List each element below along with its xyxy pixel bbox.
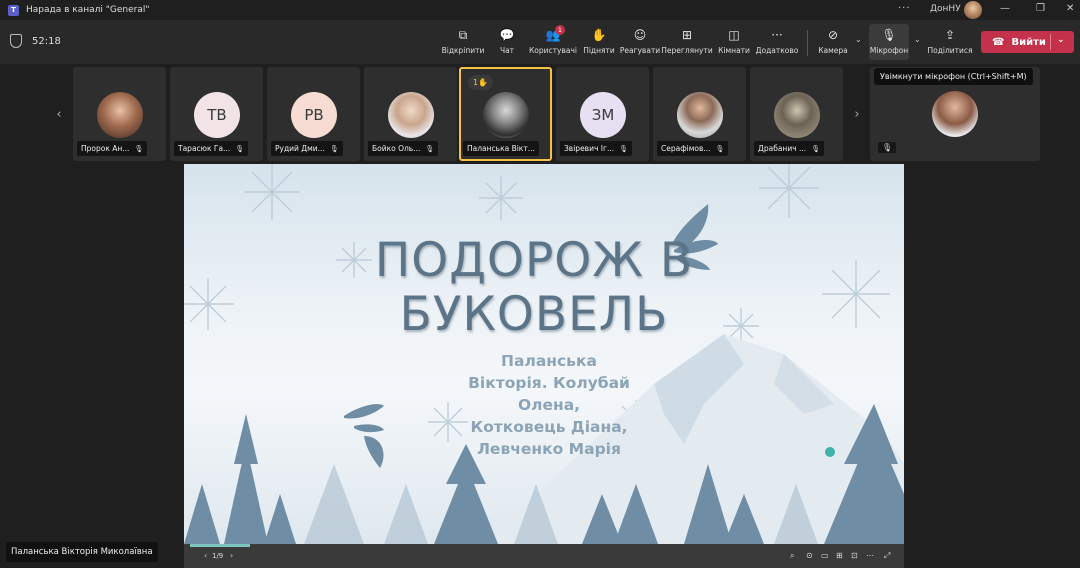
participant-photo [677,92,723,138]
chat-icon: 💬 [499,28,515,42]
participant-tile-active[interactable]: 1✋ Паланська Вікт... [459,67,552,161]
slide-page: 1/9 [212,552,224,560]
react-button[interactable]: ☺ Реагувати [620,24,660,60]
fit-icon[interactable]: ⊡ [851,551,858,560]
mic-muted-icon: 🎙 [878,142,897,153]
chat-button[interactable]: 💬 Чат [492,24,522,60]
participant-photo [97,92,143,138]
mic-muted-icon: 🎙 [619,144,628,153]
strip-prev-button[interactable]: ‹ [48,68,70,160]
subtitle-icon[interactable]: ▭ [821,551,829,560]
mic-off-icon: 🎙 [881,28,897,42]
view-button[interactable]: ⊞ Переглянути [661,24,712,60]
zoom-icon[interactable]: ⌕ [790,551,794,561]
unpin-button[interactable]: ⧉ Відкріпити [440,24,486,60]
mic-muted-icon: 🎙 [811,144,821,153]
participant-tile[interactable]: Бойко Оль... 🎙 [364,67,457,161]
prev-slide-icon[interactable]: ‹ [204,551,207,560]
rooms-icon: ◫ [728,28,740,42]
mic-muted-icon: 🎙 [329,144,339,153]
participant-photo [483,92,529,138]
user-avatar[interactable] [964,1,982,19]
mic-muted-icon: 🎙 [425,144,435,153]
slide-authors: Паланська Вікторія. Колубай Олена, Котко… [468,352,630,458]
participant-tile[interactable]: ТВ Тарасюк Га... 🎙 [170,67,263,161]
more-options-icon[interactable]: ··· [898,3,911,14]
camera-options-chevron-icon[interactable]: ⌄ [855,35,862,44]
share-button[interactable]: ⇪ Поділитися [927,24,972,60]
smile-icon: ☺ [633,28,647,42]
mic-options-chevron-icon[interactable]: ⌄ [914,35,921,44]
participant-name: Паланська Вікт... [463,141,539,156]
participant-photo [388,92,434,138]
org-name: ДонНУ [930,4,961,14]
share-screen-icon: ⇪ [944,28,956,42]
participant-name: Бойко Оль... 🎙 [368,141,439,156]
participant-tile[interactable]: ЗМ Звіревич Іг... 🎙 [556,67,649,161]
participant-name: Звіревич Іг... 🎙 [560,141,632,156]
mic-muted-icon: 🎙 [134,144,144,153]
more-icon[interactable]: ⋯ [866,551,874,560]
next-slide-icon[interactable]: › [230,551,233,560]
ellipsis-icon: ··· [771,28,783,42]
participant-initials: ТВ [194,92,240,138]
participant-name: Пророк Ан... 🎙 [77,141,148,156]
title-bar: T Нарада в каналі "General" ··· ДонНУ — … [0,0,1080,20]
slide-control-bar: ‹ 1/9 › ⌕ ⊙ ▭ ⊞ ⊡ ⋯ ⤢ [184,544,904,568]
leave-options-chevron-icon[interactable]: ⌄ [1057,35,1065,45]
cursor-dot [825,447,835,457]
chevron-right-icon: › [854,106,860,122]
participant-initials: РВ [291,92,337,138]
shared-slide: ПОДОРОЖ В БУКОВЕЛЬ Паланська Вікторія. К… [184,164,904,544]
shield-icon [10,34,22,48]
presenter-label: Паланська Вікторія Миколаївна [6,542,158,562]
teams-app-icon: T [8,4,19,16]
rooms-button[interactable]: ◫ Кімнати [716,24,752,60]
participant-initials: ЗМ [580,92,626,138]
camera-off-icon: ⊘ [827,28,839,42]
grid-view-icon[interactable]: ⊞ [836,551,843,560]
popout-icon: ⧉ [458,27,468,42]
participant-name: Серафімов... 🎙 [657,141,729,156]
hangup-icon: ☎ [992,36,1005,48]
self-photo [932,91,978,137]
strip-next-button[interactable]: › [846,68,868,160]
window-title: Нарада в каналі "General" [26,5,150,15]
participant-name: Рудий Дми... 🎙 [271,141,343,156]
pointer-icon[interactable]: ⊙ [806,551,813,560]
slide-title: ПОДОРОЖ В БУКОВЕЛЬ [374,233,694,342]
camera-button[interactable]: ⊘ Камера [816,24,850,60]
participant-name: Драбанич ... 🎙 [754,141,825,156]
people-button[interactable]: 👥 1 Користувачі [528,24,578,60]
leave-button[interactable]: ☎ Вийти ⌄ [981,31,1074,53]
meeting-toolbar: 52:18 ⧉ Відкріпити 💬 Чат 👥 1 Користувачі… [0,20,1080,64]
restore-button[interactable]: ❐ [1036,3,1045,14]
meeting-timer: 52:18 [32,36,61,47]
participant-photo [774,92,820,138]
mic-muted-icon: 🎙 [235,144,245,153]
raise-hand-button[interactable]: ✋ Підняти [582,24,616,60]
mic-button[interactable]: 🎙 Мікрофон [869,24,909,60]
hand-icon: ✋ [591,28,607,42]
participant-tile[interactable]: Драбанич ... 🎙 [750,67,843,161]
slide-progress [190,544,250,547]
participant-tile[interactable]: Пророк Ан... 🎙 [73,67,166,161]
toolbar-divider [807,30,808,56]
close-button[interactable]: ✕ [1066,3,1074,14]
chevron-left-icon: ‹ [56,106,62,122]
fullscreen-icon[interactable]: ⤢ [884,551,890,561]
people-badge: 1 [555,25,565,35]
participant-name: Тарасюк Га... 🎙 [174,141,249,156]
participant-tile[interactable]: РВ Рудий Дми... 🎙 [267,67,360,161]
raised-hand-badge: 1✋ [468,75,494,90]
mic-tooltip: Увімкнути мікрофон (Ctrl+Shift+M) [874,68,1033,85]
participant-tile[interactable]: Серафімов... 🎙 [653,67,746,161]
grid-icon: ⊞ [681,28,693,42]
mic-muted-icon: 🎙 [715,144,725,153]
more-actions-button[interactable]: ··· Додатково [755,24,799,60]
minimize-button[interactable]: — [1000,3,1010,14]
